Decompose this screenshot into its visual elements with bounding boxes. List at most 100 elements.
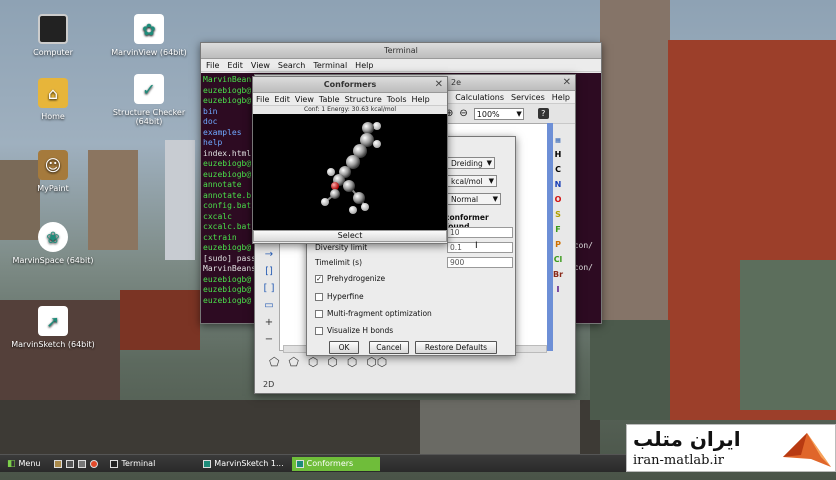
energy-unit-select[interactable]: kcal/mol ▼ [447, 175, 497, 187]
desktop-icon-home[interactable]: ⌂ Home [8, 78, 98, 121]
terminal-titlebar[interactable]: Terminal [201, 43, 601, 59]
visualize-hbonds-label: Visualize H bonds [327, 326, 394, 335]
zoom-select[interactable]: 100% ▼ [473, 107, 524, 120]
element-button[interactable]: Cl [554, 255, 563, 264]
marvinspace-icon: ❀ [38, 222, 68, 252]
zoom-value: 100% [476, 109, 500, 119]
forcefield-select[interactable]: Dreiding ▼ [447, 157, 495, 169]
desktop-icon-structure-checker[interactable]: ✓ Structure Checker (64bit) [104, 74, 194, 126]
taskbar-item-terminal[interactable]: Terminal [106, 457, 159, 471]
restore-defaults-button[interactable]: Restore Defaults [415, 341, 497, 354]
show-desktop-icon[interactable] [54, 459, 63, 468]
close-icon[interactable]: ✕ [563, 75, 571, 90]
bracket-tool-icon[interactable]: [ ] [264, 283, 275, 294]
conformers-menu-tools[interactable]: Tools [387, 95, 407, 104]
conformers-menu-edit[interactable]: Edit [274, 95, 290, 104]
taskbar-item-conformers[interactable]: Conformers [291, 456, 380, 471]
status-mode: 2D [263, 380, 275, 389]
terminal-line: euzebiogb@ [203, 285, 252, 294]
files-launcher-icon[interactable] [78, 459, 87, 468]
element-button[interactable]: O [555, 195, 562, 204]
desktop-icon-marvinview[interactable]: ✿ MarvinView (64bit) [104, 14, 194, 57]
conformers-window[interactable]: Conformers ✕ File Edit View Table Struct… [252, 76, 448, 244]
visualize-hbonds-checkbox[interactable] [315, 326, 323, 335]
desktop-icon-marvinspace[interactable]: ❀ MarvinSpace (64bit) [8, 222, 98, 265]
terminal-line: euzebiogb@ [203, 274, 252, 284]
pentagon-icon[interactable]: ⬠ [288, 355, 298, 369]
help-icon[interactable]: ? [537, 108, 549, 119]
diversity-input[interactable]: 0.1 [447, 242, 513, 253]
desktop-icon-computer[interactable]: Computer [8, 14, 98, 57]
naphthalene-icon[interactable]: ⬡⬡ [366, 355, 387, 369]
conformers-menu-view[interactable]: View [295, 95, 314, 104]
element-button[interactable]: F [555, 225, 560, 234]
terminal-icon [110, 459, 119, 468]
chevron-down-icon: ▼ [488, 177, 494, 185]
multi-fragment-option[interactable]: Multi-fragment optimization [315, 309, 432, 318]
taskbar-item-marvinsketch[interactable]: MarvinSketch 1... [199, 457, 287, 471]
element-button[interactable]: S [555, 210, 561, 219]
terminal-line: [sudo] pass [203, 253, 256, 263]
close-icon[interactable]: ✕ [435, 77, 443, 92]
minus-icon[interactable]: − [265, 334, 273, 345]
left-toolbar: → [] [ ] ▭ + − [259, 249, 279, 345]
start-menu-button[interactable]: ◧ Menu [3, 457, 44, 471]
conformers-titlebar[interactable]: Conformers ✕ [253, 77, 447, 93]
terminal-line: euzebiogb@ [203, 169, 252, 179]
select-button[interactable]: Select [253, 230, 447, 242]
periodic-table-icon[interactable]: ▦ [555, 137, 561, 144]
ok-button[interactable]: OK [329, 341, 359, 354]
conformers-menu-help[interactable]: Help [412, 95, 430, 104]
timelimit-input[interactable]: 900 [447, 257, 513, 268]
element-button[interactable]: Br [553, 270, 563, 279]
plus-icon[interactable]: + [265, 317, 273, 328]
terminal-menu-view[interactable]: View [251, 61, 270, 70]
zoom-out-icon[interactable]: ⊖ [459, 108, 467, 119]
terminal-line: config.bat [203, 201, 252, 210]
multi-fragment-checkbox[interactable] [315, 309, 323, 318]
conformer-energy-info: Conf: 1 Energy: 30.63 kcal/mol [303, 106, 397, 113]
terminal-line: examples [203, 127, 242, 137]
conformers-menu-structure[interactable]: Structure [345, 95, 382, 104]
max-conformers-input[interactable]: 10 [447, 227, 513, 238]
monitor-icon [38, 14, 68, 44]
element-button[interactable]: C [555, 165, 561, 174]
conformers-menu-file[interactable]: File [256, 95, 269, 104]
optimization-select[interactable]: Normal ▼ [447, 193, 501, 205]
visualize-hbonds-option[interactable]: Visualize H bonds [315, 326, 393, 335]
terminal-menu-terminal[interactable]: Terminal [313, 61, 347, 70]
rectangle-tool-icon[interactable]: ▭ [264, 300, 273, 311]
terminal-menu-edit[interactable]: Edit [227, 61, 243, 70]
element-button[interactable]: H [555, 150, 562, 159]
desktop-icon-marvinsketch[interactable]: ➚ MarvinSketch (64bit) [8, 306, 98, 349]
cancel-button[interactable]: Cancel [369, 341, 409, 354]
hexagon-icon[interactable]: ⬡ [327, 355, 337, 369]
hyperfine-checkbox[interactable] [315, 292, 323, 301]
hyperfine-label: Hyperfine [327, 292, 364, 301]
arrow-tool-icon[interactable]: → [265, 249, 273, 260]
terminal-menu-search[interactable]: Search [278, 61, 305, 70]
terminal-launcher-icon[interactable] [66, 459, 75, 468]
chrome-launcher-icon[interactable] [90, 459, 99, 468]
menu-calculations[interactable]: Calculations [455, 93, 504, 102]
menu-services[interactable]: Services [511, 93, 545, 102]
ring-toolbar: ⬠ ⬠ ⬡ ⬡ ⬡ ⬡⬡ [269, 355, 387, 369]
energy-unit-value: kcal/mol [451, 177, 483, 186]
element-button[interactable]: N [555, 180, 562, 189]
pentagon-icon[interactable]: ⬠ [269, 355, 279, 369]
element-button[interactable]: P [555, 240, 561, 249]
hyperfine-option[interactable]: Hyperfine [315, 292, 364, 301]
hexagon-icon[interactable]: ⬡ [347, 355, 357, 369]
bracket-tool-icon[interactable]: [] [265, 266, 273, 277]
terminal-menu-help[interactable]: Help [355, 61, 373, 70]
prehydrogenize-option[interactable]: ✓ Prehydrogenize [315, 274, 385, 283]
prehydrogenize-label: Prehydrogenize [327, 274, 386, 283]
prehydrogenize-checkbox[interactable]: ✓ [315, 274, 323, 283]
desktop-icon-mypaint[interactable]: ☺ MyPaint [8, 150, 98, 193]
conformers-menu-table[interactable]: Table [319, 95, 340, 104]
hexagon-icon[interactable]: ⬡ [308, 355, 318, 369]
element-button[interactable]: I [557, 285, 560, 294]
terminal-menu-file[interactable]: File [206, 61, 219, 70]
menu-help[interactable]: Help [552, 93, 570, 102]
molecule-3d-viewer[interactable] [253, 114, 447, 230]
